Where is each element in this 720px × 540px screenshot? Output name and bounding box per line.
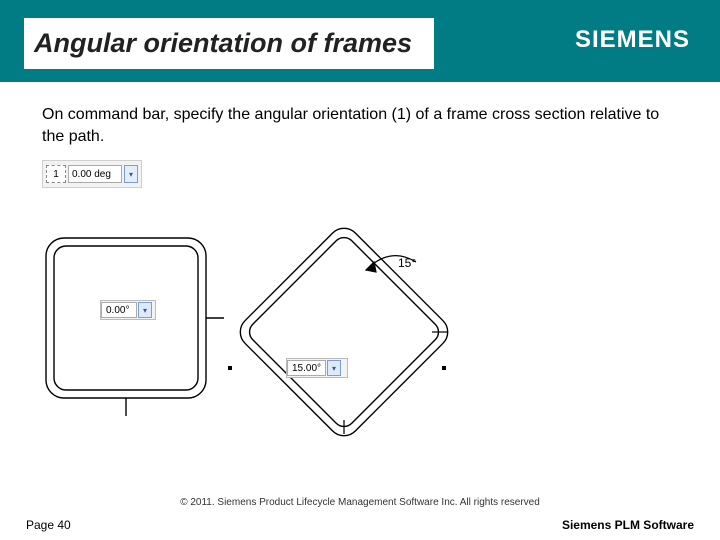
- copyright-text: © 2011. Siemens Product Lifecycle Manage…: [0, 497, 720, 508]
- dropdown-arrow-icon[interactable]: ▾: [124, 165, 138, 183]
- angle-dropdown-15[interactable]: 15.00° ▾: [286, 358, 348, 378]
- bullet-marker: [228, 366, 232, 370]
- footer: © 2011. Siemens Product Lifecycle Manage…: [0, 497, 720, 532]
- chevron-down-icon[interactable]: ▾: [138, 302, 152, 318]
- angle-value-0: 0.00°: [101, 302, 137, 318]
- angle-dropdown-0[interactable]: 0.00° ▾: [100, 300, 156, 320]
- marker-1: 1: [46, 165, 66, 183]
- angle-input[interactable]: 0.00 deg: [68, 165, 122, 183]
- rotation-label: 15°: [398, 256, 416, 270]
- figure-area: 0.00° ▾ 15.00° ▾ 15°: [34, 220, 454, 440]
- command-bar: 1 0.00 deg ▾: [42, 160, 142, 188]
- siemens-logo: SIEMENS: [575, 26, 690, 54]
- angle-value-15: 15.00°: [287, 360, 326, 376]
- slide: Angular orientation of frames SIEMENS On…: [0, 0, 720, 540]
- chevron-down-icon[interactable]: ▾: [327, 360, 341, 376]
- title-box: Angular orientation of frames: [24, 18, 434, 69]
- footer-row: Page 40 Siemens PLM Software: [0, 518, 720, 532]
- page-title: Angular orientation of frames: [34, 28, 412, 59]
- bullet-marker: [442, 366, 446, 370]
- body-paragraph: On command bar, specify the angular orie…: [42, 104, 680, 147]
- frames-diagram: [34, 220, 454, 440]
- page-number: Page 40: [26, 518, 71, 532]
- brand-text: Siemens PLM Software: [562, 518, 694, 532]
